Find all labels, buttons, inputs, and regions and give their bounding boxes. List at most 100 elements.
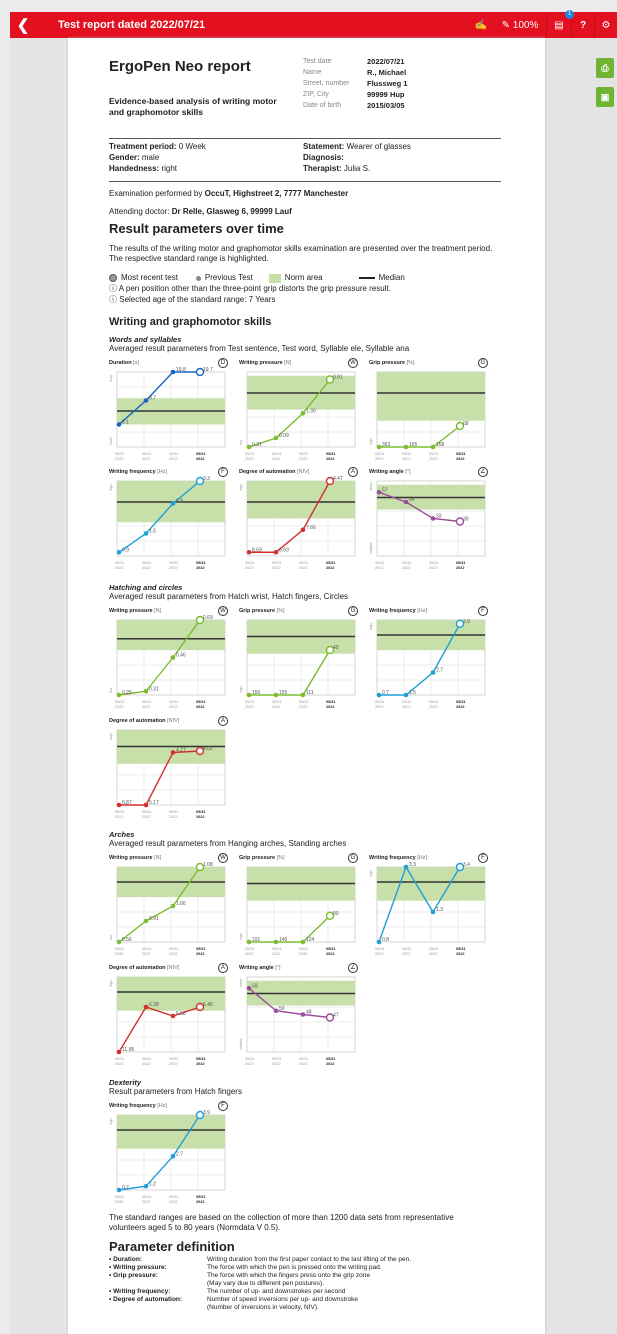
data-point [143,398,149,403]
data-label: 3.9 [463,619,470,625]
chart-grip-pressure: Grip pressure [%] Ghigh 363 165 168 68 05/31 20… [369,358,493,472]
document-icon: ▣ [600,91,610,102]
meta-row: Test date 2022/07/21 [303,56,407,67]
x-tick-label: 05/31 [272,561,282,565]
median-swatch [358,277,375,279]
x-tick-label: 2022 [169,566,177,570]
data-point [300,939,306,945]
signature-check-icon[interactable]: ✍ [468,12,494,38]
x-tick-label: 2022 [115,705,123,709]
x-tick-label: 05/31 [299,1057,309,1061]
parameter-row: (Number of inversions in velocity, NIV). [109,1304,411,1312]
y-max-label: high [109,484,113,491]
data-point [300,692,306,698]
parameter-name: • Writing pressure: [109,1264,167,1271]
export-button[interactable]: ▣ [596,87,614,107]
note-age: ⓘ Selected age of the standard range: 7 … [109,295,275,305]
data-label: 124 [306,937,315,943]
x-tick-label: 05/31 [326,947,336,951]
y-min-label: shallow [239,1038,243,1050]
data-label: 0.7 [122,1185,129,1191]
recent-marker-icon [109,274,117,282]
x-tick-label: 2022 [245,566,253,570]
data-label: 146 [279,937,288,943]
x-tick-label: 2022 [272,566,280,570]
x-tick-label: 05/31 [196,947,206,951]
comments-button[interactable]: ▤ 1 [547,10,574,38]
section-title: Arches [109,830,135,839]
data-point [143,531,149,536]
data-label: 8.69 [279,547,289,553]
settings-icon[interactable]: ⚙ [595,12,617,38]
x-tick-label: 2022 [245,705,253,709]
data-label: 33 [436,514,442,520]
info-row: Therapist: Julia S. [303,163,411,174]
data-label: 7.66 [306,525,316,531]
x-tick-label: 2022 [169,952,177,956]
chart-degree-of-automation: Degree of automation [NIV] Ahigh 11.95 6.38… [109,963,233,1077]
meta-row: Street, number Flussweg 1 [303,78,407,89]
x-tick-label: 05/31 [402,947,412,951]
info-label: Diagnosis: [303,153,344,162]
x-tick-label: 2022 [375,705,383,709]
data-label: 0.91 [333,375,343,381]
print-button[interactable]: ⎙ [596,58,614,78]
y-min-label: low [239,439,243,445]
zoom-button[interactable]: ✎ 100% [494,12,546,38]
data-label: 80 [333,911,339,917]
x-tick-label: 05/31 [326,1057,336,1061]
back-button[interactable]: ❮ [10,12,36,38]
data-point [403,499,409,505]
x-tick-label: 05/31 [299,452,309,456]
x-tick-label: 05/31 [142,700,152,704]
data-label: 3.3 [409,862,416,868]
y-min-label: shallow [369,542,373,554]
chart-writing-angle: Writing angle [°] ∠ steep shallow 59 50 48 47 05… [239,963,363,1077]
info-row: Treatment period: 0 Week [109,141,206,152]
legend: Most recent test Previous Test Norm area… [109,273,405,283]
info-label: Therapist: [303,164,342,173]
data-point [376,692,382,698]
data-label: 4.02 [203,746,213,752]
data-point [430,444,436,450]
help-button[interactable]: ? [572,12,594,38]
data-point [170,501,176,506]
info-value: 0 Week [176,142,206,151]
y-max-label: high [109,733,113,740]
doctor-value: Dr Relle, Glasweg 6, 99999 Lauf [171,207,292,216]
x-tick-label: 05/31 [245,452,255,456]
data-label: 0.8 [382,937,389,943]
parameter-name [109,1304,207,1312]
parameter-description: The force with which the pen is pressed … [207,1264,382,1271]
data-point [246,985,252,991]
x-tick-label: 05/31 [429,452,439,456]
data-label: 1.2 [149,1181,156,1187]
x-tick-label: 05/31 [402,700,412,704]
chart-writing-frequency: Writing frequency [Hz] Fhigh 0.7 1.2 2.7 3.9 0… [109,1101,233,1215]
pen-icon: ✎ [501,19,513,31]
x-tick-label: 2022 [272,457,280,461]
x-tick-label: 05/31 [169,1057,179,1061]
examination-value: OccuT, Highstreet 2, 7777 Manchester [204,189,349,198]
data-label: 1.5 [409,690,416,696]
x-tick-label: 05/31 [299,700,309,704]
x-tick-label: 05/31 [245,947,255,951]
x-tick-label: 2022 [299,566,307,570]
data-label: 8.69 [252,547,262,553]
data-label: 1.5 [149,529,156,535]
data-label: 3.9 [203,1110,210,1116]
x-tick-label: 2022 [169,705,177,709]
chart-grip-pressure: Grip pressure [%] Ghigh 191 146 124 80 05/31 20… [239,853,363,967]
x-tick-label: 05/31 [375,947,385,951]
section-desc: Averaged result parameters from Hatch wr… [109,592,349,601]
x-tick-label: 05/31 [115,810,125,814]
x-tick-label: 2022 [196,815,204,819]
x-tick-label: 05/31 [429,947,439,951]
patient-meta: Test date 2022/07/21 Name R., Michael Street… [303,56,407,111]
meta-row: ZIP, City 99999 Hup [303,89,407,100]
x-tick-label: 05/31 [142,810,152,814]
x-tick-label: 05/31 [326,700,336,704]
x-tick-label: 2022 [169,457,177,461]
result-heading: Result parameters over time [109,221,284,236]
info-row: Gender: male [109,152,206,163]
